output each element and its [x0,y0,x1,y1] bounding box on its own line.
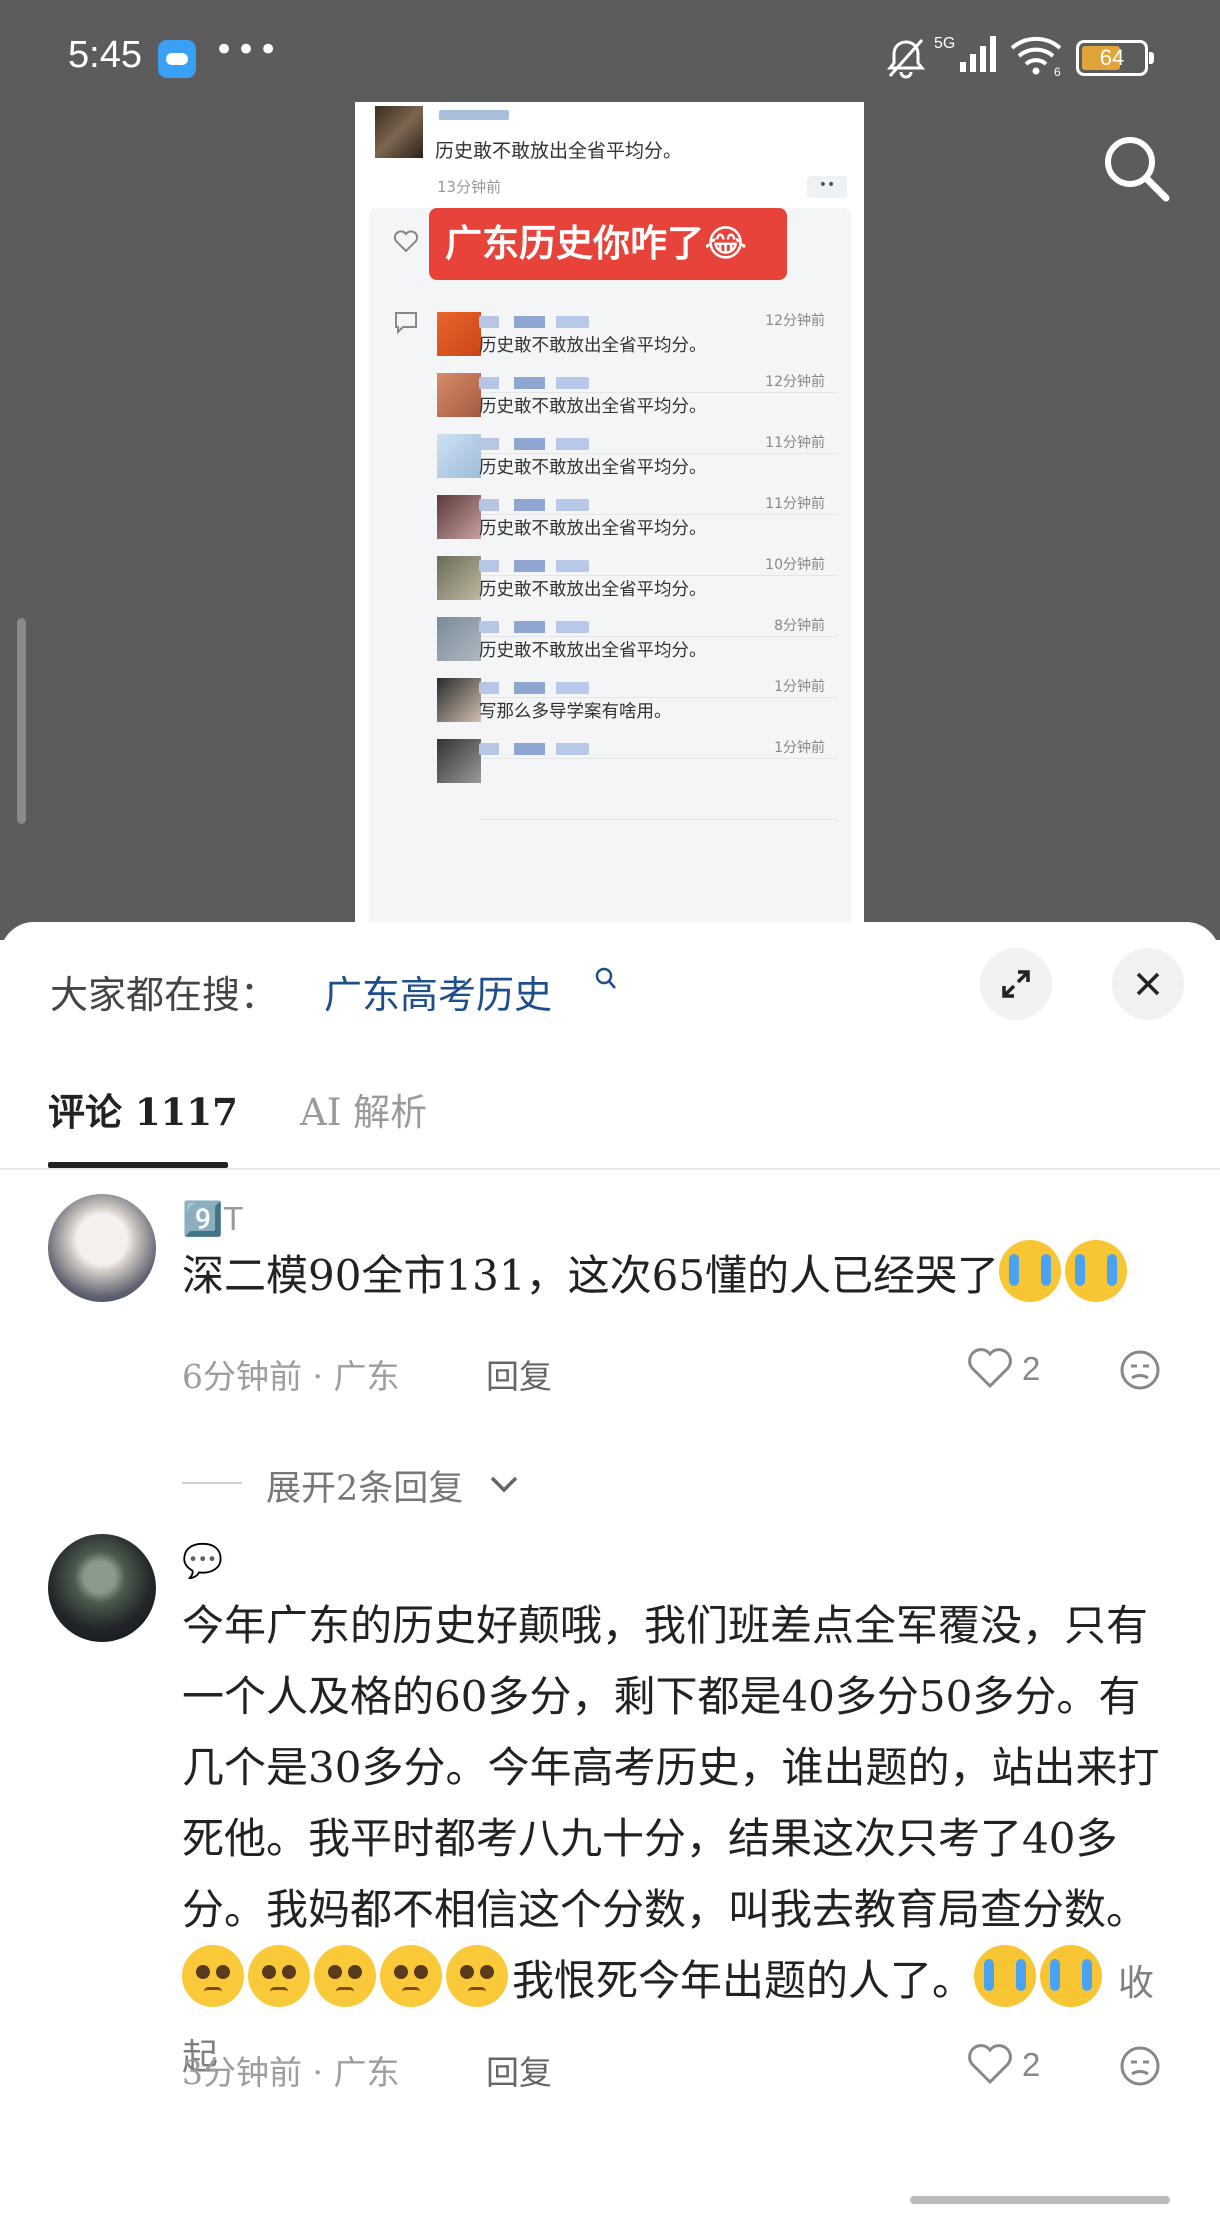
caption-banner: 广东历史你咋了😂 [429,208,787,280]
blurred-avatar [437,678,481,722]
avatar[interactable] [48,1534,156,1642]
pleading-emoji-icon [248,1945,310,2007]
search-small-icon[interactable] [594,966,618,996]
signal-5g-icon: 5G [934,32,1002,80]
like-count: 2 [1022,1350,1041,1387]
dislike-face-icon[interactable] [1118,2044,1162,2092]
tab-comments[interactable]: 评论 1117 [48,1082,238,1136]
like-heart-icon[interactable] [966,1346,1014,1394]
divider [182,1482,242,1484]
comment-meta: 6分钟前 · 广东 [182,1357,400,1396]
home-indicator[interactable] [910,2196,1170,2204]
comment-body: 深二模90全市131，这次65懂的人已经哭了 [182,1240,1172,1311]
avatar[interactable] [48,1194,156,1302]
network-type-label: 5G [934,35,955,52]
search-hint-label: 大家都在搜： [50,973,279,1017]
chevron-down-icon[interactable] [488,1474,520,1500]
search-icon[interactable] [1098,130,1174,210]
comment-meta: 3分钟前 · 广东 [182,2053,400,2092]
pleading-emoji-icon [446,1945,508,2007]
reply-button[interactable]: 回复 [486,1350,552,1398]
more-notifications-icon: ••• [214,30,281,70]
blurred-avatar [375,106,423,158]
comment-bubble-icon [393,310,419,338]
like-count: 2 [1022,2046,1041,2083]
svg-text:6: 6 [1054,65,1061,76]
reply-row: 1分钟前 [437,735,837,821]
reply-text: 写那么多导学案有啥用。 [479,702,672,722]
comment-username[interactable]: 9️⃣T [182,1200,243,1239]
blurred-username [479,438,589,450]
blurred-avatar [437,617,481,661]
comment-text: 今年广东的历史好颠哦，我们班差点全军覆没，只有一个人及格的60多分，剩下都是40… [182,1601,1160,1934]
post-image[interactable]: 历史敢不敢放出全省平均分。 13分钟前 •• 广东历史你咋了😂 历史敢不敢放出全… [355,102,864,940]
blurred-username [479,743,589,755]
reply-time: 12分钟前 [765,313,825,329]
crying-emoji-icon [1040,1945,1103,2007]
scroll-indicator[interactable] [17,618,26,824]
battery-level: 64 [1099,45,1125,70]
reply-text: 历史敢不敢放出全省平均分。 [479,641,707,661]
more-options-icon: •• [807,176,847,198]
reply-text: 历史敢不敢放出全省平均分。 [479,580,707,600]
reply-text: 历史敢不敢放出全省平均分。 [479,458,707,478]
reply-time: 1分钟前 [774,679,825,695]
mute-bell-icon [884,36,928,84]
blurred-avatar [437,434,481,478]
crying-emoji-icon [999,1240,1062,1302]
blurred-username [479,621,589,633]
blurred-avatar [437,495,481,539]
reply-time: 11分钟前 [765,435,825,451]
clock: 5:45 [68,34,142,76]
expand-replies-button[interactable]: 展开2条回复 [266,1460,463,1511]
close-icon [1136,972,1160,996]
crying-emoji-icon [974,1945,1037,2007]
divider [0,1168,1220,1170]
top-comment-time: 13分钟前 [437,178,502,196]
comment-username[interactable]: 💬 [182,1542,223,1581]
pleading-emoji-icon [182,1945,244,2007]
blurred-avatar [437,312,481,356]
divider [479,819,837,820]
expand-icon [1002,970,1030,998]
close-button[interactable] [1112,948,1184,1020]
comment-text-tail: 我恨死今年出题的人了。 [512,1956,975,2005]
fullscreen-button[interactable] [980,948,1052,1020]
status-bar: 5:45 ••• 5G 6 64 [0,0,1220,112]
blurred-avatar [437,373,481,417]
reply-button[interactable]: 回复 [486,2046,552,2094]
heart-icon [393,230,419,258]
search-hint-term[interactable]: 广东高考历史 [324,964,552,1019]
blurred-avatar [437,556,481,600]
reply-time: 12分钟前 [765,374,825,390]
blurred-username [479,316,589,328]
blurred-avatar [437,739,481,783]
battery-icon: 64 [1076,40,1154,76]
tab-ai-analysis[interactable]: AI 解析 [300,1082,427,1136]
reply-time: 10分钟前 [765,557,825,573]
comments-sheet: 大家都在搜： 广东高考历史 评论 1117 AI 解析 9️⃣T 深二模90全市… [0,922,1220,2226]
blurred-username [439,110,509,120]
comment-text: 深二模90全市131，这次65懂的人已经哭了 [182,1251,1000,1300]
reply-text: 历史敢不敢放出全省平均分。 [479,336,707,356]
like-heart-icon[interactable] [966,2042,1014,2090]
image-viewer-background: 5:45 ••• 5G 6 64 历史敢不敢放出全省平均分。 13分钟前 •• … [0,0,1220,940]
top-comment-text: 历史敢不敢放出全省平均分。 [435,140,683,162]
blurred-username [479,499,589,511]
blurred-username [479,560,589,572]
reply-time: 8分钟前 [774,618,825,634]
crying-emoji-icon [1065,1240,1128,1302]
comment-body: 今年广东的历史好颠哦，我们班差点全军覆没，只有一个人及格的60多分，剩下都是40… [182,1590,1172,2093]
wifi-icon: 6 [1008,34,1066,80]
dislike-face-icon[interactable] [1118,1348,1162,1396]
cloud-app-icon [158,40,196,78]
reply-time: 1分钟前 [774,740,825,756]
pleading-emoji-icon [380,1945,442,2007]
reply-text: 历史敢不敢放出全省平均分。 [479,519,707,539]
blurred-username [479,377,589,389]
reply-text: 历史敢不敢放出全省平均分。 [479,397,707,417]
pleading-emoji-icon [314,1945,376,2007]
reply-time: 11分钟前 [765,496,825,512]
blurred-username [479,682,589,694]
